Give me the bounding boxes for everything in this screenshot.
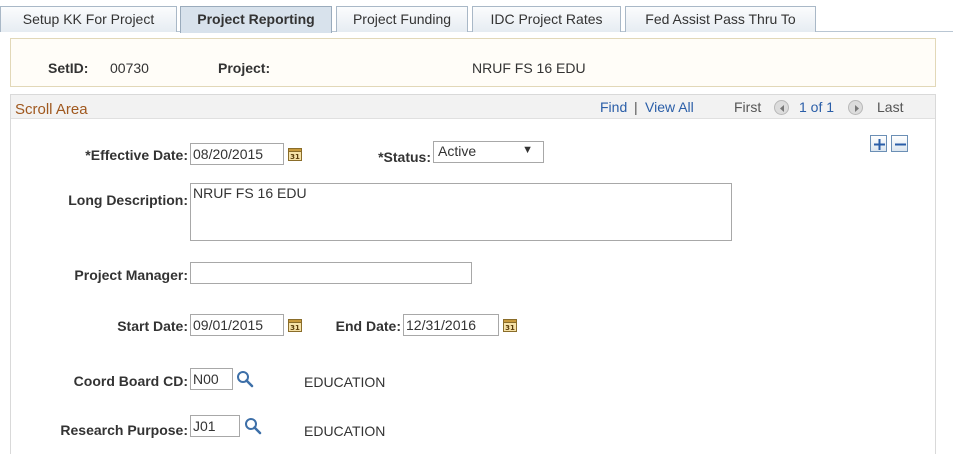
scroll-area-header: Scroll Area Find | View All First 1 of 1… bbox=[11, 95, 935, 119]
calendar-icon[interactable]: 31 bbox=[287, 146, 303, 162]
status-label: *Status: bbox=[378, 149, 431, 165]
header-separator: | bbox=[634, 99, 638, 115]
status-selected-value: Active bbox=[438, 143, 477, 159]
scroll-area: Scroll Area Find | View All First 1 of 1… bbox=[10, 94, 936, 454]
setid-value: 00730 bbox=[110, 60, 149, 76]
previous-row-button[interactable] bbox=[774, 100, 789, 115]
project-label: Project: bbox=[218, 60, 271, 76]
research-purpose-description: EDUCATION bbox=[304, 423, 386, 439]
coord-board-input[interactable] bbox=[190, 368, 233, 390]
scroll-area-title: Scroll Area bbox=[15, 101, 88, 118]
research-purpose-input[interactable] bbox=[190, 415, 240, 437]
add-row-button[interactable] bbox=[870, 135, 887, 152]
tab-project-reporting[interactable]: Project Reporting bbox=[180, 6, 332, 33]
svg-text:31: 31 bbox=[290, 153, 300, 161]
effective-date-label: *Effective Date: bbox=[85, 147, 188, 163]
coord-board-label: Coord Board CD: bbox=[73, 373, 188, 389]
page-tabs: Setup KK For Project Project Reporting P… bbox=[0, 0, 953, 33]
next-row-button[interactable] bbox=[848, 100, 863, 115]
effective-date-input[interactable] bbox=[190, 143, 284, 165]
tab-project-funding[interactable]: Project Funding bbox=[336, 6, 468, 32]
calendar-icon[interactable]: 31 bbox=[502, 317, 518, 333]
chevron-right-icon bbox=[855, 105, 859, 112]
status-select[interactable]: Active ▼ bbox=[433, 141, 544, 163]
chevron-left-icon bbox=[780, 105, 784, 112]
setid-label: SetID: bbox=[48, 60, 89, 76]
coord-board-description: EDUCATION bbox=[304, 374, 386, 390]
plus-icon bbox=[874, 139, 885, 150]
tab-fed-assist-pass-thru[interactable]: Fed Assist Pass Thru To bbox=[625, 6, 816, 32]
view-all-link[interactable]: View All bbox=[645, 99, 694, 115]
svg-text:31: 31 bbox=[505, 324, 515, 332]
end-date-input[interactable] bbox=[403, 314, 499, 336]
tab-setup-kk[interactable]: Setup KK For Project bbox=[0, 6, 177, 32]
search-icon[interactable] bbox=[244, 417, 262, 435]
find-link[interactable]: Find bbox=[600, 99, 627, 115]
tab-idc-project-rates[interactable]: IDC Project Rates bbox=[472, 6, 621, 32]
key-info-box: SetID: 00730 Project: NRUF FS 16 EDU bbox=[10, 38, 936, 87]
long-description-textarea[interactable]: NRUF FS 16 EDU bbox=[190, 183, 732, 241]
project-manager-label: Project Manager: bbox=[74, 267, 188, 283]
dropdown-arrow-icon: ▼ bbox=[522, 144, 533, 156]
row-count: 1 of 1 bbox=[799, 99, 835, 115]
calendar-icon[interactable]: 31 bbox=[287, 317, 303, 333]
last-label: Last bbox=[877, 99, 904, 115]
project-value: NRUF FS 16 EDU bbox=[472, 60, 586, 76]
end-date-label: End Date: bbox=[335, 318, 401, 334]
long-description-label: Long Description: bbox=[68, 192, 188, 208]
minus-icon bbox=[895, 143, 906, 146]
search-icon[interactable] bbox=[236, 370, 254, 388]
first-label: First bbox=[734, 99, 762, 115]
research-purpose-label: Research Purpose: bbox=[60, 422, 188, 438]
start-date-input[interactable] bbox=[190, 314, 284, 336]
delete-row-button[interactable] bbox=[891, 135, 908, 152]
start-date-label: Start Date: bbox=[117, 318, 188, 334]
svg-text:31: 31 bbox=[290, 324, 300, 332]
project-manager-input[interactable] bbox=[190, 262, 472, 284]
